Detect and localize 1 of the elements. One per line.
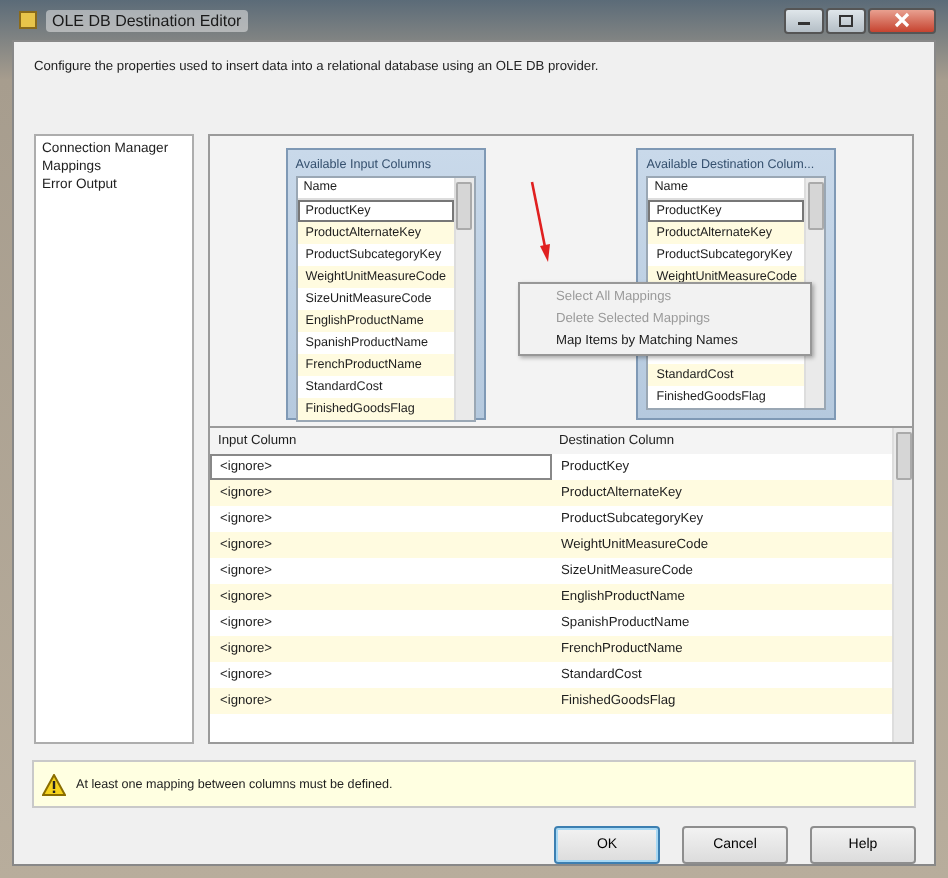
window-title: OLE DB Destination Editor [46, 9, 248, 31]
